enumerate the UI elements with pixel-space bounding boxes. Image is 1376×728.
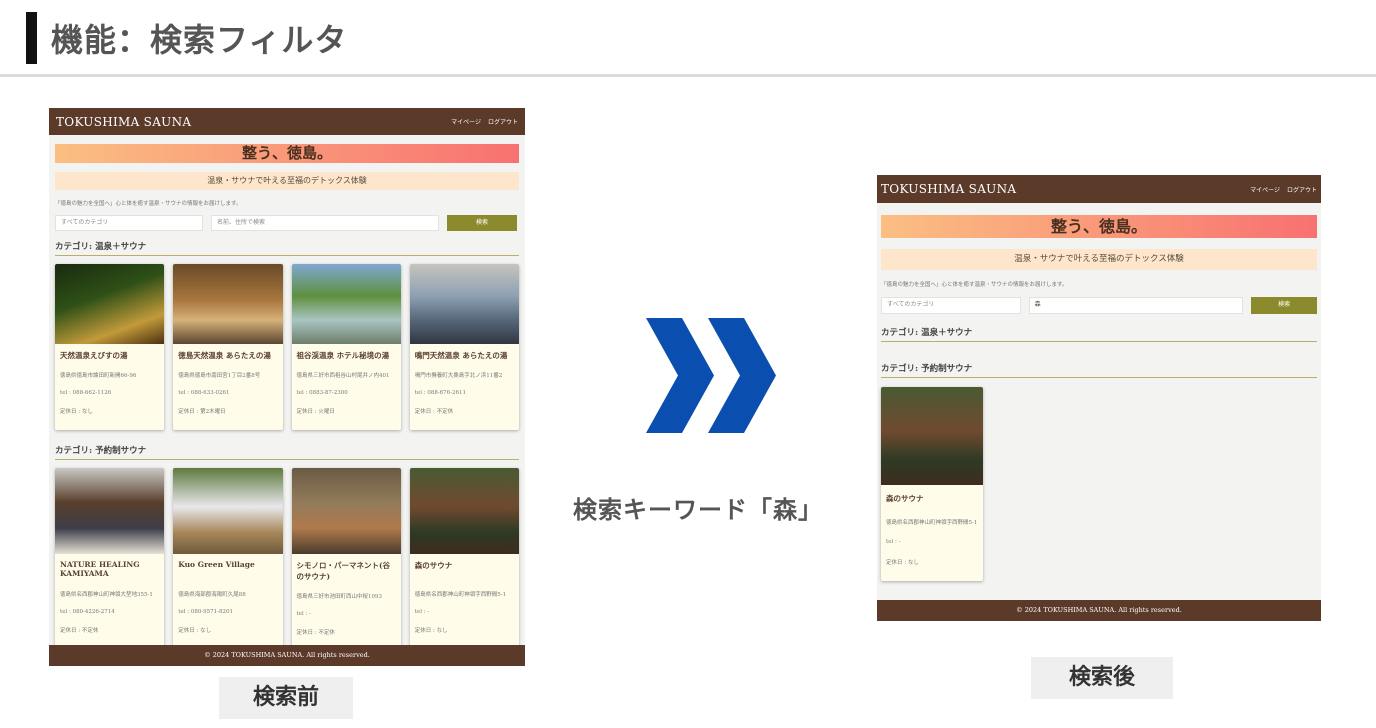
facility-name: シモノロ・パーマネント(谷のサウナ) <box>296 561 391 581</box>
facility-holiday: 定休日 : 第2木曜日 <box>178 409 226 415</box>
category-heading: カテゴリ: 予約制サウナ <box>881 362 1317 378</box>
site-footer: © 2024 TOKUSHIMA SAUNA. All rights reser… <box>49 645 525 666</box>
category-select[interactable]: すべてのカテゴリ <box>881 297 1021 314</box>
facility-photo <box>173 468 283 554</box>
intro-text: 「徳島の魅力を全国へ」心と体を癒す温泉・サウナの情報をお届けします。 <box>881 282 1068 288</box>
hero-banner: 整う、徳島。 <box>55 144 519 163</box>
site-logo[interactable]: TOKUSHIMA SAUNA <box>881 182 1016 196</box>
facility-name: Kuo Green Village <box>178 560 255 569</box>
facility-name: 徳島天然温泉 あらたえの湯 <box>178 351 271 360</box>
facility-tel: tel : - <box>886 539 901 545</box>
slide-title: 機能：検索フィルタ <box>26 12 347 64</box>
nav-logout-link[interactable]: ログアウト <box>488 117 518 126</box>
facility-name: NATURE HEALING KAMIYAMA <box>60 560 140 578</box>
facility-address: 徳島県海部郡海陽町久尾88 <box>178 592 246 598</box>
category-heading: カテゴリ: 予約制サウナ <box>55 444 519 460</box>
hero-subtitle: 温泉・サウナで叶える至福のデトックス体験 <box>881 249 1317 270</box>
card-grid: 森のサウナ 徳島県名西郡神山町神領字西野間5-1 tel : - 定休日 : な… <box>881 387 1317 581</box>
search-button[interactable]: 検索 <box>1251 297 1317 314</box>
chevron-right-icon <box>646 318 714 433</box>
hero-subtitle: 温泉・サウナで叶える至福のデトックス体験 <box>55 172 519 190</box>
category-heading: カテゴリ: 温泉＋サウナ <box>881 326 1317 342</box>
facility-photo <box>409 264 519 344</box>
nav-mypage-link[interactable]: マイページ <box>451 117 481 126</box>
keyword-caption: 検索キーワード「森」 <box>573 496 823 524</box>
facility-tel: tel : 088-676-2611 <box>414 390 467 396</box>
facility-address: 徳島県徳島市論田町新開66-96 <box>60 373 137 379</box>
facility-card[interactable]: NATURE HEALING KAMIYAMA 徳島県名西郡神山町神領大埜地35… <box>55 468 165 651</box>
facility-tel: tel : 080-4226-2714 <box>60 609 115 615</box>
facility-tel: tel : 080-9571-8201 <box>178 609 234 615</box>
facility-photo <box>291 468 401 554</box>
facility-address: 徳島県名西郡神山町神領大埜地355-1 <box>60 592 153 598</box>
facility-address: 徳島県徳島市南田宮1丁目2番8号 <box>178 373 261 379</box>
facility-holiday: 定休日 : なし <box>414 628 448 634</box>
card-grid: NATURE HEALING KAMIYAMA 徳島県名西郡神山町神領大埜地35… <box>55 468 519 651</box>
slide-title-text: 機能：検索フィルタ <box>51 21 348 59</box>
facility-tel: tel : 088-633-0261 <box>178 390 230 396</box>
facility-card[interactable]: 天然温泉えびすの湯 徳島県徳島市論田町新開66-96 tel : 088-662… <box>55 264 165 430</box>
title-accent-bar <box>26 12 37 64</box>
facility-card[interactable]: 鳴門天然温泉 あらたえの湯 鳴門市撫養町大桑島字北ノ浜11番2 tel : 08… <box>409 264 519 430</box>
site-nav: マイページ ログアウト <box>1250 185 1317 194</box>
after-label: 検索後 <box>1031 657 1173 699</box>
card-grid: 天然温泉えびすの湯 徳島県徳島市論田町新開66-96 tel : 088-662… <box>55 264 519 430</box>
hero-banner: 整う、徳島。 <box>881 215 1317 238</box>
before-screenshot: TOKUSHIMA SAUNA マイページ ログアウト 整う、徳島。 温泉・サウ… <box>49 108 525 666</box>
chevron-right-icon <box>708 318 776 433</box>
facility-card[interactable]: シモノロ・パーマネント(谷のサウナ) 徳島県三好市池田町西山中桜1093 tel… <box>291 468 401 651</box>
search-input[interactable]: 森 <box>1028 297 1244 314</box>
facility-address: 徳島県三好市池田町西山中桜1093 <box>296 594 383 600</box>
facility-card[interactable]: 祖谷渓温泉 ホテル秘境の湯 徳島県三好市西祖谷山村尾井ノ内401 tel : 0… <box>291 264 401 430</box>
facility-tel: tel : - <box>296 611 311 617</box>
facility-address: 徳島県名西郡神山町神領字西野間5-1 <box>414 592 507 598</box>
search-button[interactable]: 検索 <box>447 215 517 231</box>
facility-photo <box>55 468 165 554</box>
nav-logout-link[interactable]: ログアウト <box>1287 185 1317 194</box>
nav-mypage-link[interactable]: マイページ <box>1250 185 1280 194</box>
site-header: TOKUSHIMA SAUNA マイページ ログアウト <box>49 108 525 135</box>
before-label: 検索前 <box>219 677 353 719</box>
double-chevron-right-icon <box>646 318 776 433</box>
facility-name: 森のサウナ <box>414 561 453 570</box>
facility-tel: tel : 0883-87-2300 <box>296 390 348 396</box>
facility-name: 鳴門天然温泉 あらたえの湯 <box>414 351 508 360</box>
title-divider <box>0 74 1376 77</box>
search-input[interactable]: 名前、住所で検索 <box>211 215 439 231</box>
facility-holiday: 定休日 : 不定休 <box>60 628 99 634</box>
facility-address: 鳴門市撫養町大桑島字北ノ浜11番2 <box>414 373 503 379</box>
facility-card[interactable]: Kuo Green Village 徳島県海部郡海陽町久尾88 tel : 08… <box>173 468 283 651</box>
facility-holiday: 定休日 : なし <box>60 409 93 415</box>
facility-tel: tel : 088-662-1126 <box>60 390 112 396</box>
site-header: TOKUSHIMA SAUNA マイページ ログアウト <box>877 175 1321 203</box>
site-nav: マイページ ログアウト <box>451 117 518 126</box>
after-screenshot: TOKUSHIMA SAUNA マイページ ログアウト 整う、徳島。 温泉・サウ… <box>877 175 1321 621</box>
search-bar: すべてのカテゴリ 名前、住所で検索 検索 <box>55 215 519 231</box>
facility-photo <box>55 264 165 344</box>
category-heading: カテゴリ: 温泉＋サウナ <box>55 240 519 256</box>
facility-holiday: 定休日 : 不定休 <box>296 630 335 636</box>
site-logo[interactable]: TOKUSHIMA SAUNA <box>56 115 191 129</box>
facility-holiday: 定休日 : 火曜日 <box>296 409 335 415</box>
site-footer: © 2024 TOKUSHIMA SAUNA. All rights reser… <box>877 600 1321 621</box>
facility-photo <box>881 387 984 485</box>
facility-holiday: 定休日 : なし <box>886 560 919 566</box>
facility-photo <box>173 264 283 344</box>
facility-card[interactable]: 徳島天然温泉 あらたえの湯 徳島県徳島市南田宮1丁目2番8号 tel : 088… <box>173 264 283 430</box>
facility-card[interactable]: 森のサウナ 徳島県名西郡神山町神領字西野間5-1 tel : - 定休日 : な… <box>409 468 519 651</box>
search-bar: すべてのカテゴリ 森 検索 <box>881 297 1317 314</box>
facility-holiday: 定休日 : 不定休 <box>414 409 454 415</box>
facility-name: 祖谷渓温泉 ホテル秘境の湯 <box>296 351 390 360</box>
facility-photo <box>291 264 401 344</box>
category-select[interactable]: すべてのカテゴリ <box>55 215 203 231</box>
facility-holiday: 定休日 : なし <box>178 628 212 634</box>
facility-name: 天然温泉えびすの湯 <box>60 351 128 360</box>
facility-tel: tel : - <box>414 609 430 615</box>
facility-name: 森のサウナ <box>886 494 924 503</box>
facility-address: 徳島県名西郡神山町神領字西野間5-1 <box>886 520 978 526</box>
facility-card[interactable]: 森のサウナ 徳島県名西郡神山町神領字西野間5-1 tel : - 定休日 : な… <box>881 387 984 581</box>
facility-address: 徳島県三好市西祖谷山村尾井ノ内401 <box>296 373 390 379</box>
facility-photo <box>409 468 519 554</box>
intro-text: 「徳島の魅力を全国へ」心と体を癒す温泉・サウナの情報をお届けします。 <box>55 201 242 207</box>
